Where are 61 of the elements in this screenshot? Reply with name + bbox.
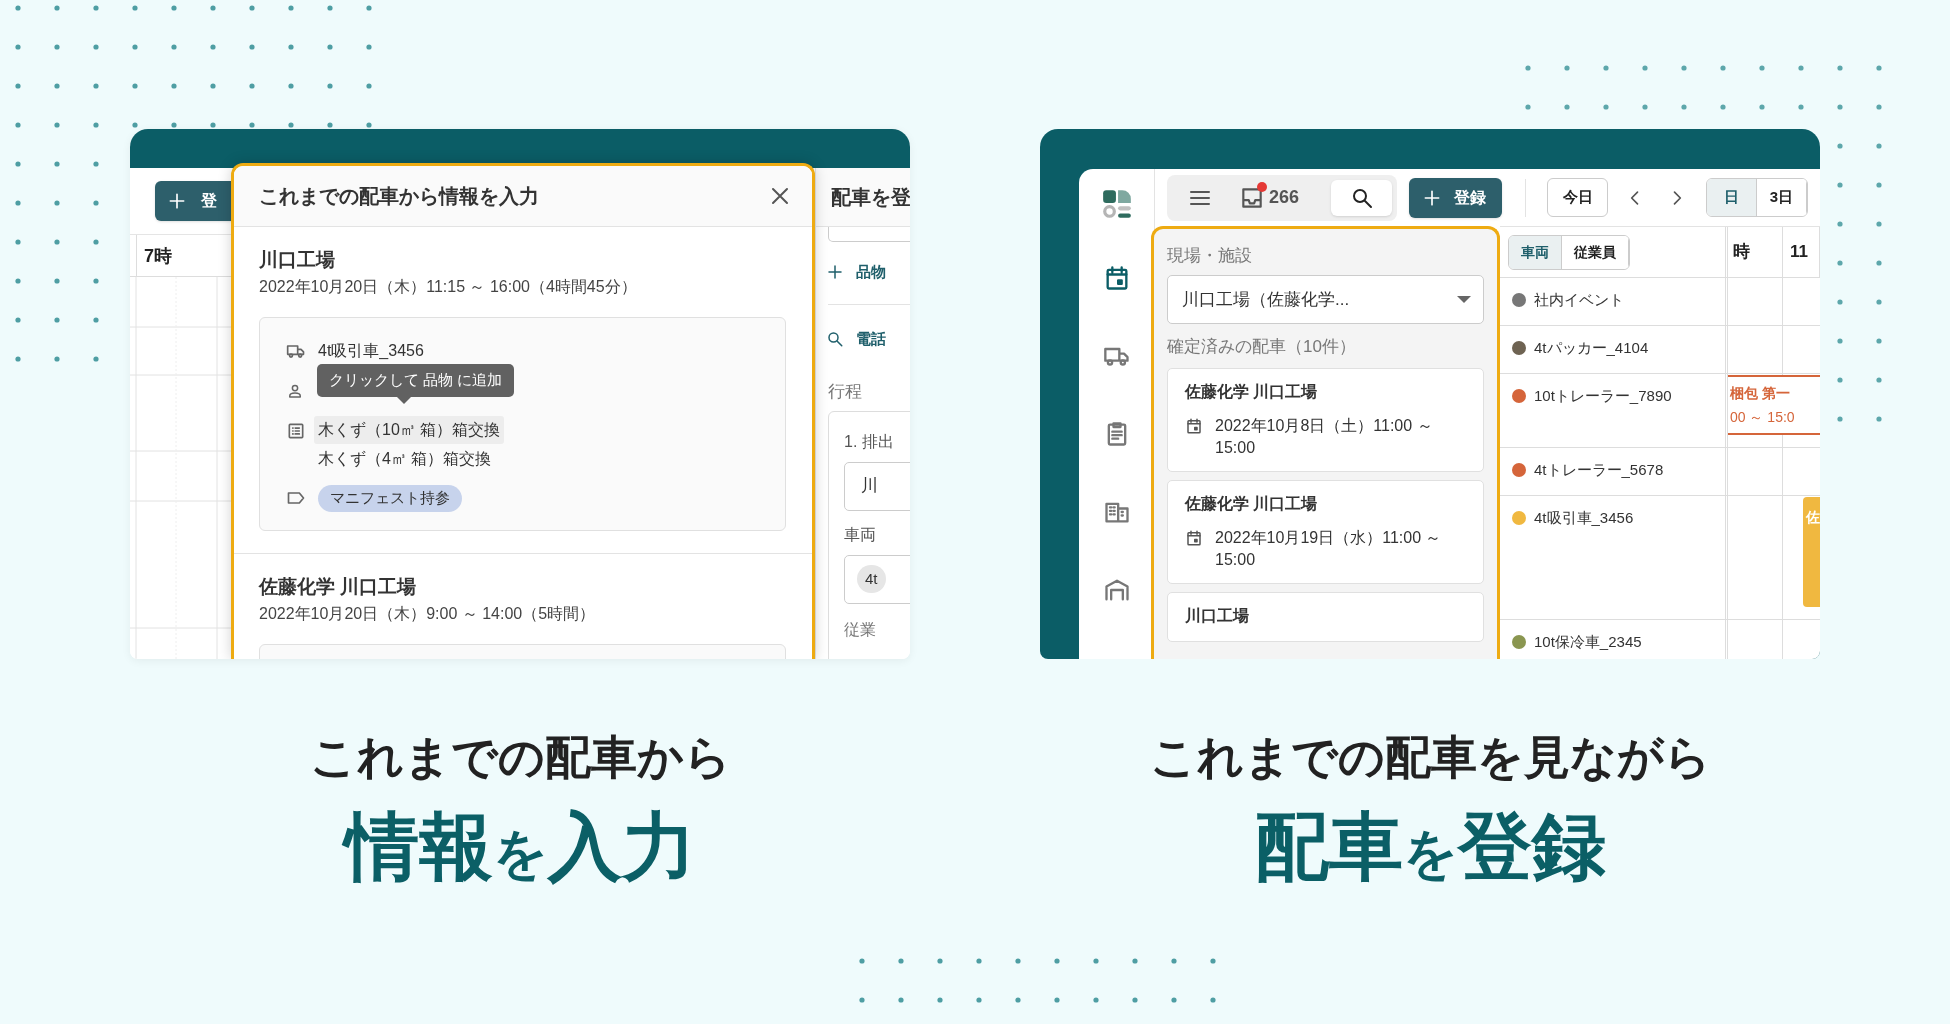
register-button[interactable]: 登録 — [1409, 177, 1502, 218]
card-title: 佐藤化学 川口工場 — [1185, 494, 1319, 514]
section-heading: 確定済みの配車（10件） — [1167, 336, 1357, 358]
text-field[interactable] — [828, 227, 910, 242]
record-title[interactable]: 佐藤化学 川口工場 — [259, 573, 812, 600]
add-item-button[interactable]: 品物 — [822, 256, 890, 288]
vehicle-chip: 4t — [857, 564, 886, 594]
card-title: 佐藤化学 川口工場 — [1185, 382, 1319, 402]
hour-label: 7時 — [144, 246, 172, 266]
plus-icon — [826, 263, 844, 281]
dispatch-card[interactable]: 佐藤化学 川口工場 2022年10月8日（土）11:00 ～ 15:00 — [1167, 368, 1484, 472]
card-title: 川口工場 — [1185, 606, 1250, 626]
calendar-icon — [1185, 529, 1203, 547]
record-time: 2022年10月20日（木）11:15 ～ 16:00（4時間45分） — [259, 277, 638, 297]
resource-name[interactable]: 10tトレーラー_7890 — [1534, 386, 1672, 406]
field-label: 1. 排出 — [844, 431, 895, 452]
field-label: 車両 — [844, 524, 877, 545]
caret-icon — [1457, 296, 1471, 303]
notifications-button[interactable]: 266 — [1239, 184, 1300, 211]
field-label: 現場・施設 — [1167, 245, 1253, 267]
schedule-event[interactable]: 梱包 第一 00 ～ 15:0 — [1728, 375, 1820, 435]
tooltip-pointer — [397, 396, 411, 404]
view-tab[interactable]: 日 — [1707, 179, 1757, 216]
vehicle-name: 4t吸引車_3456 — [318, 341, 424, 361]
calendar-icon — [1185, 417, 1203, 435]
event-time: 00 ～ 15:0 — [1730, 408, 1796, 427]
card-time: 2022年10月8日（土）11:00 ～ 15:00 — [1215, 416, 1434, 458]
search-button[interactable]: 電話 — [822, 323, 890, 355]
item-entry[interactable]: 木くず（4㎥ 箱）箱交換 — [314, 445, 496, 473]
event-title: 佐 — [1806, 509, 1820, 525]
event-title: 梱包 第一 — [1730, 384, 1791, 403]
record-time: 2022年10月20日（木）9:00 ～ 14:00（5時間） — [259, 603, 597, 624]
card-time: 2022年10月19日（水）11:00 ～ 15:00 — [1215, 528, 1443, 570]
search-button[interactable] — [1331, 179, 1392, 216]
resource-tab[interactable]: 車両 — [1509, 235, 1562, 269]
location-field[interactable]: 川 — [844, 461, 910, 511]
search-icon — [826, 330, 844, 348]
app-logo — [1100, 188, 1133, 220]
resource-name[interactable]: 4tパッカー_4104 — [1534, 338, 1649, 358]
facility-select[interactable]: 川口工場（佐藤化学... — [1167, 275, 1484, 324]
hour-label: 11 — [1790, 241, 1808, 264]
caption-text: これまでの配車を見ながら — [1149, 731, 1711, 783]
resource-name[interactable]: 4t吸引車_3456 — [1534, 508, 1634, 528]
caption-heading: 配車を登録 — [1254, 805, 1606, 890]
item-entry[interactable]: 木くず（10㎥ 箱）箱交換 — [314, 416, 505, 444]
caption-text: これまでの配車から — [309, 731, 731, 783]
dispatch-card[interactable]: 川口工場 — [1167, 592, 1484, 642]
resource-name[interactable]: 4tトレーラー_5678 — [1534, 460, 1664, 480]
tag-chip: マニフェスト持参 — [318, 485, 462, 512]
resource-name[interactable]: 社内イベント — [1534, 290, 1624, 310]
person-icon — [286, 382, 304, 400]
plus-icon — [167, 191, 187, 211]
field-label: 従業 — [844, 619, 877, 640]
vehicle-field[interactable]: 4t — [844, 554, 910, 604]
section-label: 行程 — [828, 381, 863, 403]
record-title[interactable]: 川口工場 — [259, 247, 812, 273]
hour-label: 時 — [1733, 241, 1750, 264]
today-button[interactable]: 今日 — [1547, 178, 1608, 217]
list-icon — [286, 421, 306, 441]
resource-name[interactable]: 10t保冷車_2345 — [1534, 632, 1642, 652]
dispatch-card[interactable]: 佐藤化学 川口工場 2022年10月19日（水）11:00 ～ 15:00 — [1167, 480, 1484, 584]
